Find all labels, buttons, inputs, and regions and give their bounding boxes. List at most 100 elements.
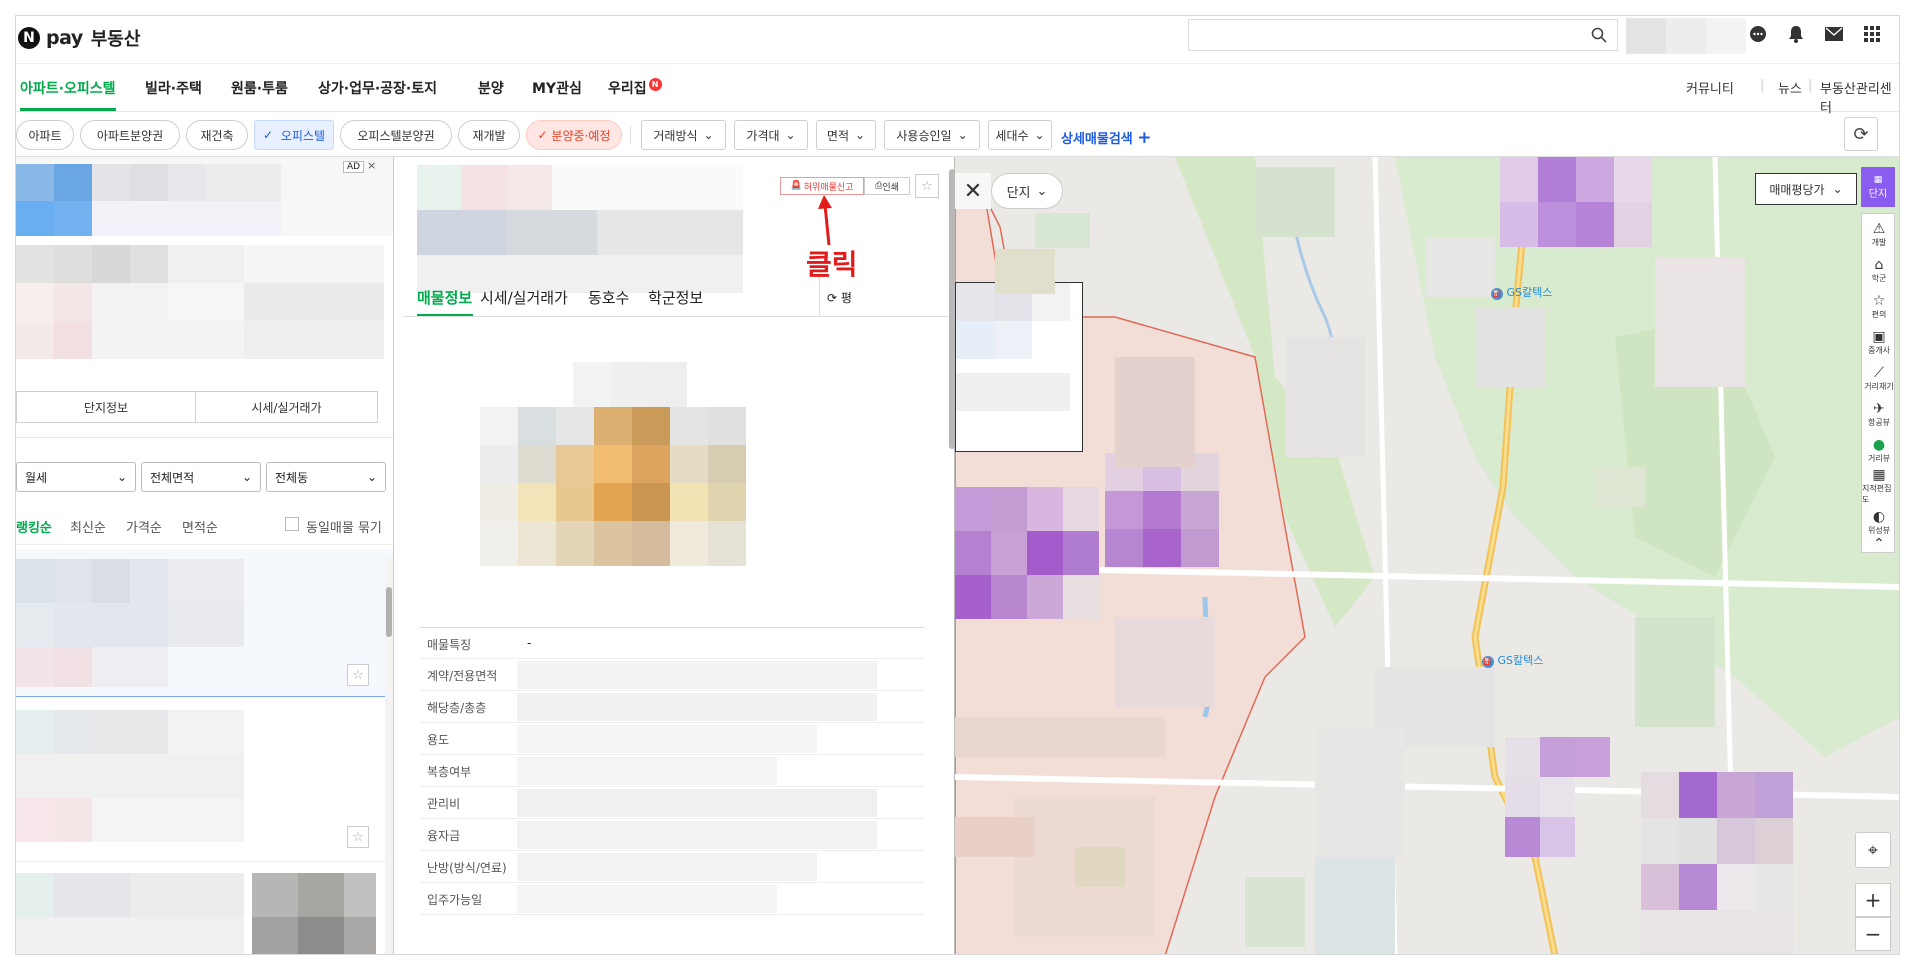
complex-marker-blurred[interactable] (1505, 737, 1645, 857)
chip-presale-ongoing[interactable]: ✓ 분양중·예정 (526, 120, 622, 150)
row-value-blurred (517, 885, 777, 913)
ad-close-icon[interactable]: × (367, 159, 376, 172)
menu-villa-house[interactable]: 빌라·주택 (145, 78, 202, 98)
zoom-out-button[interactable]: − (1855, 917, 1891, 951)
dropdown-households[interactable]: 세대수 ⌄ (988, 120, 1052, 150)
scrollbar-thumb[interactable] (386, 587, 392, 637)
chip-reconstruction[interactable]: 재건축 (186, 120, 248, 150)
chip-officetel-presale-right[interactable]: 오피스텔분양권 (340, 120, 452, 150)
realtor-tool[interactable]: ▣ 중개사 (1862, 322, 1896, 362)
naver-pay-realty-logo[interactable]: N pay 부동산 (18, 26, 140, 50)
convenience-tool[interactable]: ☆ 편의 (1862, 286, 1896, 326)
menu-my-interest[interactable]: MY관심 (532, 78, 582, 98)
same-listing-label: 동일매물 묶기 (306, 521, 382, 536)
refresh-icon: ⟳ (827, 291, 841, 305)
chip-apartment[interactable]: 아파트 (16, 120, 74, 150)
dropdown-area[interactable]: 면적 ⌄ (816, 120, 876, 150)
pyeong-toggle[interactable]: ⟳ 평 (827, 289, 852, 306)
my-location-button[interactable]: ⌖ (1855, 832, 1891, 868)
map-view[interactable]: ⛽ GS칼텍스 ⛽ GS칼텍스 ✕ 단지 ⌄ 매매평당가 ⌄ ▦ 단지 ⚠ 개발 ⌂ 학군… (955, 157, 1899, 954)
tab-market-price[interactable]: 시세/실거래가 (480, 287, 568, 308)
street-view-tool[interactable]: ● 거리뷰 (1862, 430, 1896, 470)
school-tool[interactable]: ⌂ 학군 (1862, 250, 1896, 290)
detail-scrollbar[interactable] (948, 157, 954, 954)
menu-apartment-officetel[interactable]: 아파트·오피스텔 (20, 78, 115, 98)
complex-marker-blurred[interactable] (955, 487, 1099, 619)
sort-area[interactable]: 면적순 (182, 517, 218, 536)
list-scrollbar[interactable] (385, 557, 393, 954)
same-listing-checkbox[interactable] (285, 517, 299, 531)
area-select[interactable]: 전체면적 ⌄ (141, 462, 261, 492)
complex-marker-blurred[interactable] (1641, 772, 1793, 954)
complex-select-button[interactable]: 단지 ⌄ (991, 173, 1063, 209)
deal-type-select[interactable]: 월세 ⌄ (16, 462, 136, 492)
aerial-view-label: 항공뷰 (1867, 417, 1891, 427)
favorite-star-icon[interactable]: ☆ (915, 174, 939, 198)
chip-apartment-presale-right[interactable]: 아파트분양권 (80, 120, 180, 150)
cadastral-map-tool[interactable]: ▦ 지적편집도 (1862, 466, 1896, 506)
tab-unit-numbers[interactable]: 동호수 (588, 287, 629, 308)
search-input[interactable] (1188, 19, 1618, 51)
menu-realtor-center[interactable]: 부동산관리센터 (1820, 78, 1899, 116)
dropdown-deal-type[interactable]: 거래방식 ⌄ (641, 120, 726, 150)
dropdown-price[interactable]: 가격대 ⌄ (734, 120, 808, 150)
gas-station-poi[interactable]: ⛽ GS칼텍스 (1482, 652, 1543, 668)
chip-officetel-label: 오피스텔 (280, 128, 325, 143)
advanced-search-button[interactable]: 상세매물검색 + (1061, 128, 1152, 148)
complex-marker-blurred[interactable] (1105, 453, 1219, 585)
development-tool[interactable]: ⚠ 개발 (1862, 214, 1896, 254)
zoom-in-button[interactable]: + (1855, 883, 1891, 917)
search-icon[interactable] (1591, 27, 1607, 43)
listing-photo-blurred[interactable] (480, 362, 820, 612)
favorite-star-icon[interactable]: ☆ (347, 826, 369, 848)
sort-ranking[interactable]: 랭킹순 (16, 517, 52, 536)
tab-school-info[interactable]: 학군정보 (648, 287, 703, 308)
complex-marker-blurred[interactable] (1500, 157, 1652, 247)
dropdown-approval-date[interactable]: 사용승인일 ⌄ (884, 120, 980, 150)
bell-icon[interactable] (1784, 22, 1808, 46)
false-listing-report-button[interactable]: 🚨 허위매물신고 (780, 177, 864, 195)
close-detail-button[interactable]: ✕ (955, 173, 991, 209)
menu-commercial-land[interactable]: 상가·업무·공장·토지 (318, 78, 437, 98)
chevron-down-icon: ⌄ (1832, 182, 1843, 196)
pyeong-toggle-label: 평 (840, 291, 852, 305)
building-select[interactable]: 전체동 ⌄ (266, 462, 386, 492)
ad-banner[interactable]: AD × (16, 157, 393, 236)
complex-info-button[interactable]: 단지정보 (16, 391, 196, 423)
apps-grid-icon[interactable] (1860, 22, 1884, 46)
tab-listing-info[interactable]: 매물정보 (417, 287, 472, 308)
list-item[interactable]: ☆ (16, 549, 393, 697)
collapse-tools-button[interactable]: ⌃ (1862, 534, 1896, 554)
menu-oneroom-tworoom[interactable]: 원룸·투룸 (231, 78, 288, 98)
layer-complex-button[interactable]: ▦ 단지 (1861, 167, 1895, 207)
favorite-star-icon[interactable]: ☆ (347, 664, 369, 686)
list-item[interactable] (16, 863, 393, 954)
close-icon: ✕ (963, 178, 983, 204)
aerial-view-tool[interactable]: ✈ 항공뷰 (1862, 394, 1896, 434)
menu-my-home[interactable]: 우리집 N (608, 78, 662, 98)
building-select-value: 전체동 (275, 470, 309, 485)
list-item[interactable]: ☆ (16, 698, 393, 862)
chip-redevelopment[interactable]: 재개발 (458, 120, 520, 150)
measure-distance-tool[interactable]: ⟋ 거리재기 (1862, 358, 1896, 398)
map-popup-blurred[interactable] (955, 282, 1083, 452)
realtor-label: 중개사 (1867, 345, 1891, 355)
sort-options: 랭킹순 최신순 가격순 면적순 동일매물 묶기 (16, 507, 393, 545)
chat-icon[interactable] (1746, 22, 1770, 46)
menu-news[interactable]: 뉴스 (1778, 78, 1802, 97)
map-blur-patch (1075, 847, 1125, 887)
refresh-button[interactable]: ⟳ (1844, 117, 1878, 151)
user-profile-blurred[interactable] (1626, 18, 1746, 54)
chevron-down-icon: ⌄ (116, 470, 127, 484)
price-type-select[interactable]: 매매평당가 ⌄ (1755, 173, 1857, 205)
market-price-button[interactable]: 시세/실거래가 (195, 391, 378, 423)
mail-icon[interactable] (1822, 22, 1846, 46)
gas-station-poi[interactable]: ⛽ GS칼텍스 (1491, 284, 1552, 300)
tab-divider (819, 277, 820, 317)
sort-price[interactable]: 가격순 (126, 517, 162, 536)
sort-latest[interactable]: 최신순 (70, 517, 106, 536)
print-button[interactable]: ⎙ 인쇄 (864, 177, 910, 195)
menu-presale[interactable]: 분양 (478, 78, 504, 98)
menu-community[interactable]: 커뮤니티 (1686, 78, 1734, 97)
chip-officetel[interactable]: ✓ 오피스텔 (254, 120, 334, 150)
